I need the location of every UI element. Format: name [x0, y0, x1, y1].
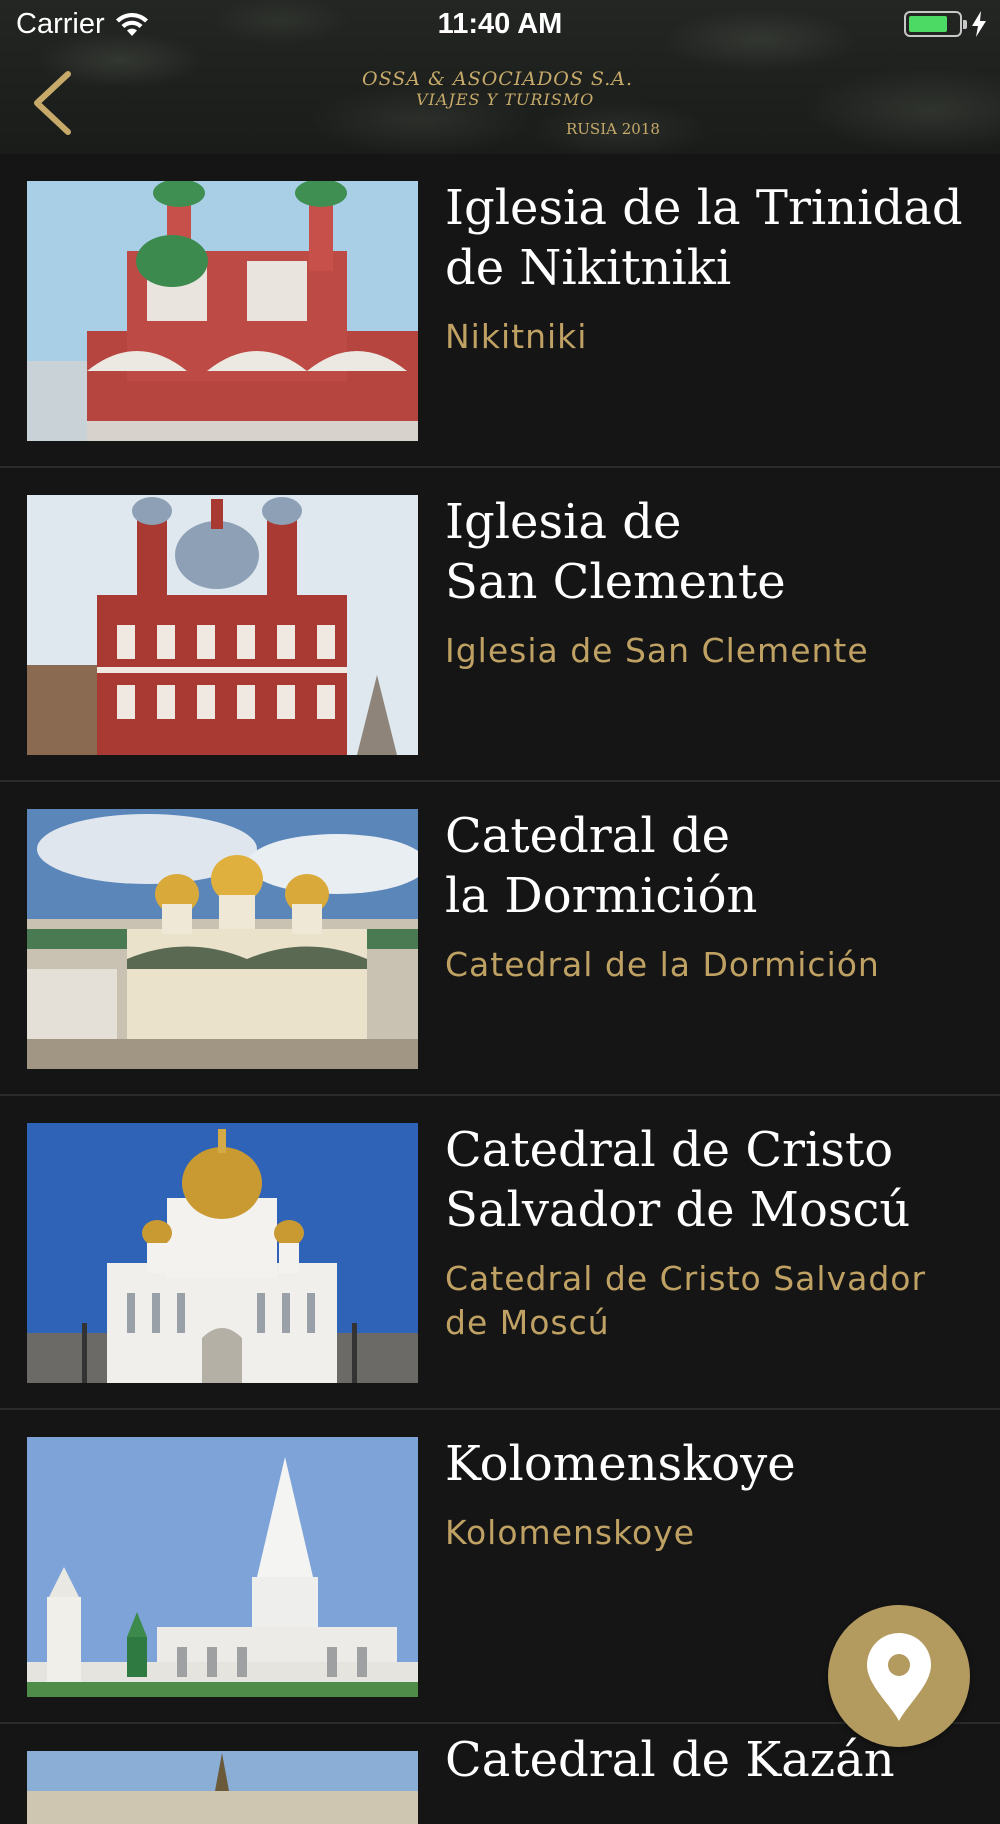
- item-title: Kolomenskoye: [445, 1436, 796, 1492]
- back-button[interactable]: [28, 70, 78, 136]
- status-time: 11:40 AM: [437, 8, 563, 40]
- item-subtitle: Catedral de Cristo Salvador de Moscú: [445, 1259, 927, 1342]
- list-item[interactable]: Iglesia de San Clemente Iglesia de San C…: [0, 468, 1000, 782]
- status-bar: Carrier 11:40 AM: [0, 0, 1000, 50]
- item-title: Iglesia de la Trinidad de Nikitniki: [445, 180, 963, 296]
- item-photo: [27, 495, 418, 755]
- list-item[interactable]: Catedral de Kazán: [0, 1724, 1000, 1824]
- places-list: Iglesia de la Trinidad de Nikitniki Niki…: [0, 154, 1000, 1824]
- item-photo: [27, 181, 418, 441]
- charging-bolt-icon: [972, 11, 986, 37]
- item-subtitle: Nikitniki: [445, 317, 588, 356]
- item-photo: [27, 1437, 418, 1697]
- map-pin-icon: [867, 1633, 931, 1721]
- list-item[interactable]: Iglesia de la Trinidad de Nikitniki Niki…: [0, 154, 1000, 468]
- item-title: Iglesia de San Clemente: [445, 494, 786, 610]
- brand-event: RUSIA 2018: [566, 120, 660, 138]
- battery-tip: [963, 20, 967, 29]
- item-title: Catedral de Cristo Salvador de Moscú: [445, 1122, 911, 1238]
- battery-level: [909, 16, 947, 32]
- battery-icon: [904, 11, 967, 37]
- app-header: Carrier 11:40 AM OSSA & ASOCIADOS S.A. V…: [0, 0, 1000, 154]
- brand-name: OSSA & ASOCIADOS S.A.: [362, 68, 634, 90]
- item-photo: [27, 1751, 418, 1824]
- item-title: Catedral de la Dormición: [445, 808, 758, 924]
- item-subtitle: Kolomenskoye: [445, 1513, 696, 1552]
- item-subtitle: Iglesia de San Clemente: [445, 631, 869, 670]
- list-item[interactable]: Catedral de la Dormición Catedral de la …: [0, 782, 1000, 1096]
- list-item[interactable]: Catedral de Cristo Salvador de Moscú Cat…: [0, 1096, 1000, 1410]
- item-photo: [27, 809, 418, 1069]
- item-subtitle: Catedral de la Dormición: [445, 945, 880, 984]
- map-button[interactable]: [828, 1605, 970, 1747]
- brand-logo: OSSA & ASOCIADOS S.A. VIAJES Y TURISMO R…: [340, 66, 680, 146]
- chevron-left-icon: [34, 71, 71, 135]
- brand-tagline: VIAJES Y TURISMO: [416, 90, 595, 109]
- item-photo: [27, 1123, 418, 1383]
